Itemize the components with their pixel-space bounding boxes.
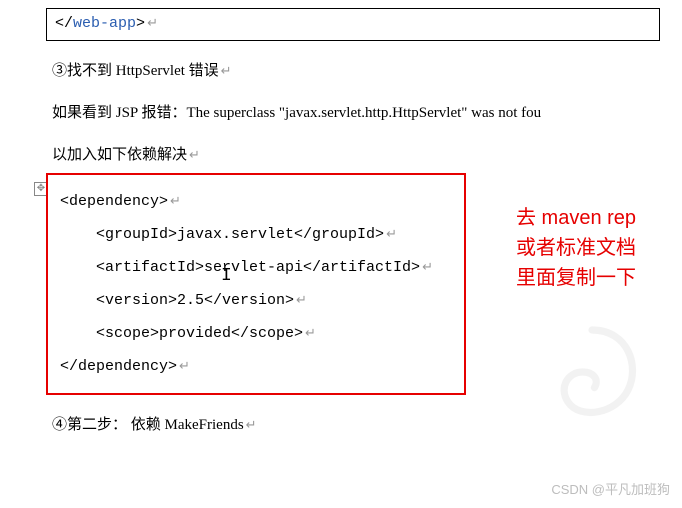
para-solution-intro: 以加入如下依赖解决↵ — [52, 143, 682, 167]
paragraph-mark-icon: ↵ — [422, 259, 433, 274]
paragraph-mark-icon: ↵ — [246, 417, 257, 432]
xml-line-artifactid: <artifactId>seIrvlet-api</artifactId>↵ — [60, 251, 452, 284]
paragraph-mark-icon: ↵ — [221, 63, 232, 78]
para-error-heading: ③找不到 HttpServlet 错误↵ — [52, 59, 682, 83]
tag-name-webapp: web-app — [73, 15, 136, 32]
annotation-line-3: 里面复制一下 — [516, 263, 636, 293]
dependency-xml-box: <dependency>↵ <groupId>javax.servlet</gr… — [46, 173, 466, 395]
xml-line-dependency-open: <dependency>↵ — [60, 185, 452, 218]
paragraph-mark-icon: ↵ — [179, 358, 190, 373]
xml-line-scope: <scope>provided</scope>↵ — [60, 317, 452, 350]
watermark-text: CSDN @平凡加班狗 — [551, 479, 670, 498]
xml-line-dependency-close: </dependency>↵ — [60, 350, 452, 383]
annotation-text: 去 maven rep 或者标准文档 里面复制一下 — [516, 203, 636, 293]
paragraph-mark-icon: ↵ — [170, 193, 181, 208]
annotation-line-1: 去 maven rep — [516, 203, 636, 233]
para-error-message: 如果看到 JSP 报错：The superclass "javax.servle… — [52, 101, 682, 125]
paragraph-mark-icon: ↵ — [386, 226, 397, 241]
text-p1: ③找不到 HttpServlet 错误 — [52, 63, 219, 79]
annotation-line-2: 或者标准文档 — [516, 233, 636, 263]
text-p2: 如果看到 JSP 报错：The superclass "javax.servle… — [52, 105, 541, 121]
text-p3: 以加入如下依赖解决 — [52, 147, 187, 163]
angle-close: > — [136, 15, 145, 32]
paragraph-mark-icon: ↵ — [147, 15, 158, 30]
paragraph-mark-icon: ↵ — [296, 292, 307, 307]
paragraph-mark-icon: ↵ — [305, 325, 316, 340]
slash: / — [64, 15, 73, 32]
text-p4: ④第二步： 依赖 MakeFriends — [52, 417, 244, 433]
xml-line-groupid: <groupId>javax.servlet</groupId>↵ — [60, 218, 452, 251]
paragraph-mark-icon: ↵ — [189, 147, 200, 162]
top-code-box: </web-app>↵ — [46, 8, 660, 41]
angle-open: < — [55, 15, 64, 32]
watermark-swirl-icon — [532, 318, 652, 438]
xml-line-version: <version>2.5</version>↵ — [60, 284, 452, 317]
